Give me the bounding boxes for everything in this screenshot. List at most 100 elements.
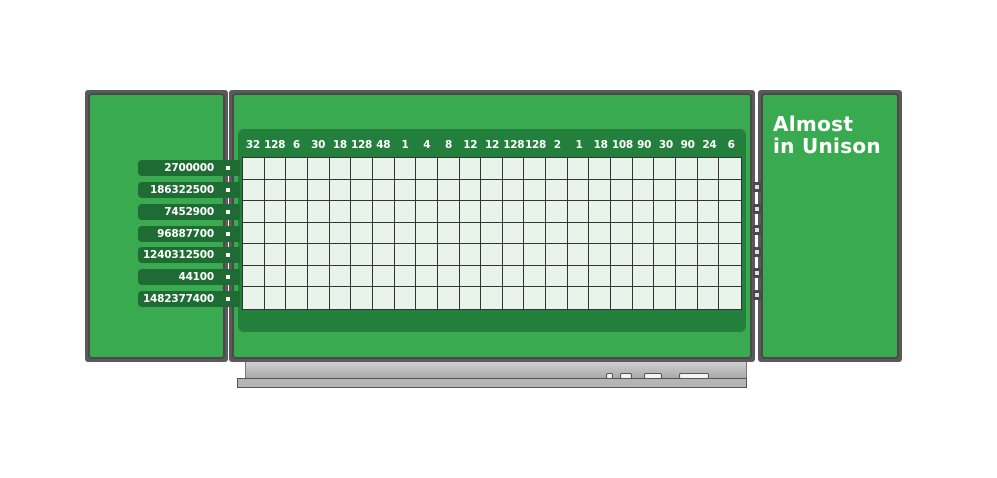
grid-cell[interactable] [372, 244, 395, 266]
grid-cell[interactable] [589, 244, 612, 266]
grid-cell[interactable] [481, 265, 503, 288]
grid-cell[interactable] [481, 158, 503, 180]
grid-cell[interactable] [567, 201, 590, 223]
grid-cell[interactable] [329, 158, 352, 180]
grid-cell[interactable] [437, 244, 460, 266]
grid-cell[interactable] [286, 158, 308, 180]
grid-cell[interactable] [676, 158, 698, 180]
grid-cell[interactable] [286, 244, 308, 266]
grid-cell[interactable] [264, 287, 287, 309]
grid-cell[interactable] [632, 265, 655, 288]
grid-cell[interactable] [611, 265, 633, 288]
grid-cell[interactable] [372, 158, 395, 180]
grid-cell[interactable] [546, 179, 568, 202]
grid-cell[interactable] [611, 244, 633, 266]
grid-cell[interactable] [632, 287, 655, 309]
eraser-large[interactable] [679, 373, 709, 379]
grid-cell[interactable] [394, 265, 417, 288]
grid-cell[interactable] [719, 287, 741, 309]
grid-cell[interactable] [351, 222, 373, 245]
grid-cell[interactable] [243, 201, 265, 223]
grid-cell[interactable] [502, 158, 525, 180]
grid-cell[interactable] [394, 158, 417, 180]
grid-cell[interactable] [567, 244, 590, 266]
grid-cell[interactable] [459, 244, 482, 266]
grid-cell[interactable] [524, 287, 547, 309]
grid-cell[interactable] [567, 265, 590, 288]
grid-cell[interactable] [502, 222, 525, 245]
grid-cell[interactable] [697, 222, 720, 245]
grid-cell[interactable] [546, 265, 568, 288]
grid-cell[interactable] [654, 222, 677, 245]
grid-cell[interactable] [546, 287, 568, 309]
grid-cell[interactable] [243, 287, 265, 309]
grid-cell[interactable] [654, 265, 677, 288]
grid-cell[interactable] [243, 265, 265, 288]
grid-cell[interactable] [589, 179, 612, 202]
grid-cell[interactable] [416, 201, 438, 223]
grid-cell[interactable] [654, 201, 677, 223]
grid-cell[interactable] [372, 201, 395, 223]
grid-cell[interactable] [676, 179, 698, 202]
grid-cell[interactable] [697, 201, 720, 223]
grid-cell[interactable] [611, 201, 633, 223]
grid-cell[interactable] [243, 244, 265, 266]
grid-cell[interactable] [264, 265, 287, 288]
grid-cell[interactable] [676, 287, 698, 309]
grid-cell[interactable] [329, 265, 352, 288]
grid-cell[interactable] [524, 244, 547, 266]
grid-cell[interactable] [307, 287, 330, 309]
grid-cell[interactable] [524, 222, 547, 245]
grid-cell[interactable] [719, 201, 741, 223]
grid-cell[interactable] [351, 244, 373, 266]
grid-cell[interactable] [437, 158, 460, 180]
chalk-piece[interactable] [620, 373, 632, 379]
grid-cell[interactable] [307, 201, 330, 223]
grid-cell[interactable] [524, 201, 547, 223]
grid-cell[interactable] [459, 201, 482, 223]
grid-cell[interactable] [372, 179, 395, 202]
grid-cell[interactable] [502, 244, 525, 266]
grid-cell[interactable] [524, 158, 547, 180]
grid-cell[interactable] [459, 158, 482, 180]
grid-cell[interactable] [437, 201, 460, 223]
grid-cell[interactable] [719, 265, 741, 288]
grid-cell[interactable] [394, 179, 417, 202]
grid-cell[interactable] [329, 287, 352, 309]
grid-cell[interactable] [697, 265, 720, 288]
grid-cell[interactable] [589, 201, 612, 223]
grid-cell[interactable] [286, 201, 308, 223]
grid-cell[interactable] [416, 287, 438, 309]
grid-cell[interactable] [264, 179, 287, 202]
grid-cell[interactable] [654, 179, 677, 202]
grid-cell[interactable] [459, 265, 482, 288]
grid-cell[interactable] [589, 287, 612, 309]
grid-cell[interactable] [372, 265, 395, 288]
grid-cell[interactable] [676, 244, 698, 266]
grid-cell[interactable] [502, 201, 525, 223]
grid-cell[interactable] [286, 222, 308, 245]
grid-cell[interactable] [567, 179, 590, 202]
grid-cell[interactable] [243, 222, 265, 245]
grid-cell[interactable] [654, 244, 677, 266]
grid-cell[interactable] [719, 244, 741, 266]
grid-cell[interactable] [329, 244, 352, 266]
grid-cell[interactable] [502, 265, 525, 288]
grid-cell[interactable] [611, 222, 633, 245]
grid-cell[interactable] [264, 244, 287, 266]
grid-cell[interactable] [632, 201, 655, 223]
grid-cell[interactable] [264, 222, 287, 245]
grid-cell[interactable] [437, 179, 460, 202]
grid-cell[interactable] [697, 287, 720, 309]
grid-cell[interactable] [524, 265, 547, 288]
grid-cell[interactable] [243, 158, 265, 180]
grid-cell[interactable] [307, 244, 330, 266]
grid-cell[interactable] [546, 244, 568, 266]
grid-cell[interactable] [481, 179, 503, 202]
grid-cell[interactable] [416, 244, 438, 266]
grid-cell[interactable] [329, 179, 352, 202]
grid-cell[interactable] [502, 287, 525, 309]
grid-cell[interactable] [546, 158, 568, 180]
grid-cell[interactable] [589, 265, 612, 288]
grid-cell[interactable] [611, 158, 633, 180]
